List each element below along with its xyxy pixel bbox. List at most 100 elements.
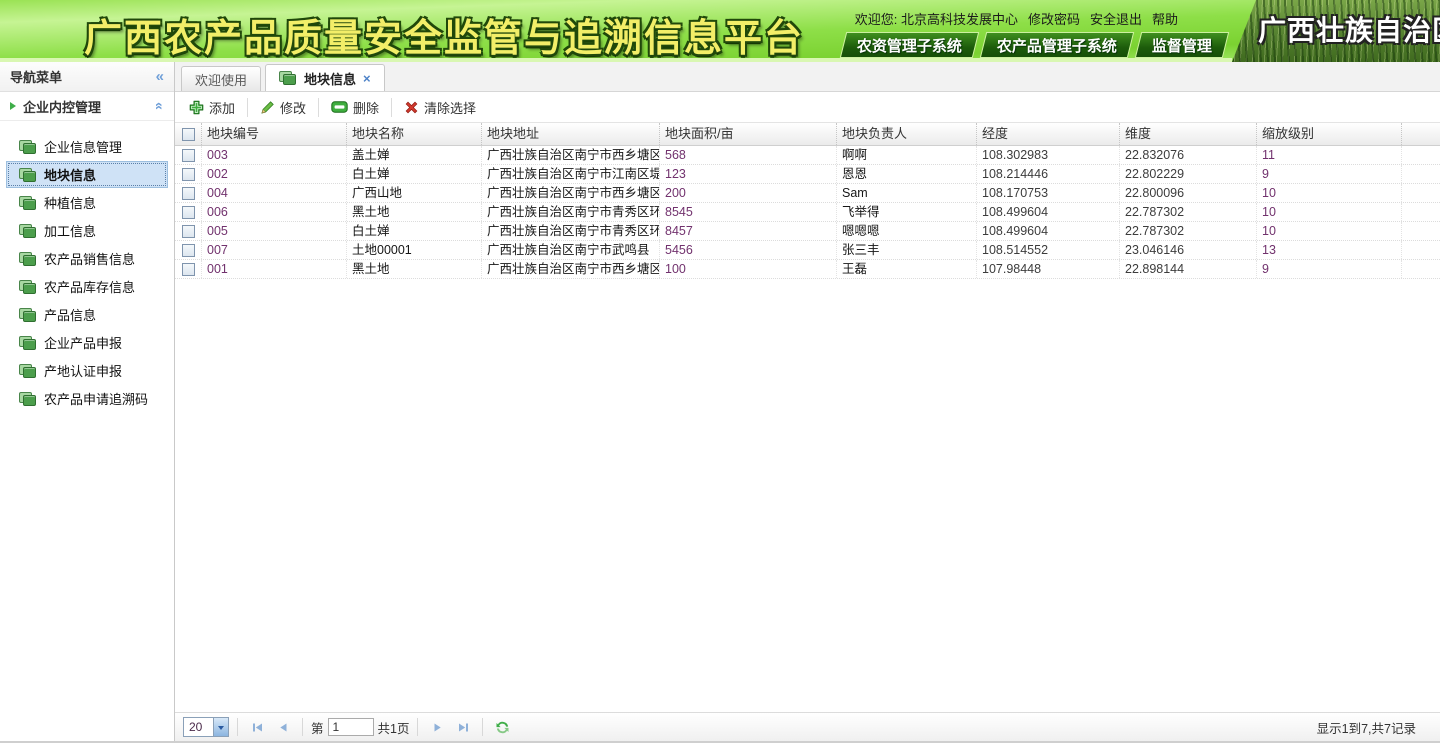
cell-manager: 王磊	[837, 260, 977, 278]
row-checkbox-cell	[175, 241, 202, 259]
table-header-row: 地块编号地块名称地块地址地块面积/亩地块负责人经度维度缩放级别	[175, 123, 1440, 146]
sidebar-group-label: 企业内控管理	[23, 97, 101, 116]
column-header[interactable]: 维度	[1120, 123, 1257, 145]
next-page-button[interactable]	[426, 717, 448, 737]
row-checkbox[interactable]	[182, 168, 195, 181]
first-page-button[interactable]	[246, 717, 268, 737]
cell-manager: 张三丰	[837, 241, 977, 259]
table-row[interactable]: 002白土婵广西壮族自治区南宁市江南区堤园123恩恩108.21444622.8…	[175, 165, 1440, 184]
table-row[interactable]: 003盖土婵广西壮族自治区南宁市西乡塘区大568啊啊108.30298322.8…	[175, 146, 1440, 165]
system-tab[interactable]: 农资管理子系统	[840, 32, 979, 58]
table-row[interactable]: 007土地00001广西壮族自治区南宁市武鸣县5456张三丰108.514552…	[175, 241, 1440, 260]
welcome-link[interactable]: 修改密码	[1028, 12, 1080, 27]
welcome-link[interactable]: 帮助	[1152, 12, 1178, 27]
collapse-sidebar-icon[interactable]: «	[156, 68, 164, 85]
toolbar: 添加修改 删除清除选择	[175, 92, 1440, 123]
toolbar-button-label: 删除	[353, 98, 379, 117]
page-number-input[interactable]	[328, 718, 374, 736]
row-checkbox[interactable]	[182, 244, 195, 257]
record-summary: 显示1到7,共7记录	[1317, 718, 1432, 737]
table-row[interactable]: 006黑土地广西壮族自治区南宁市青秀区环境8545飞举得108.49960422…	[175, 203, 1440, 222]
row-checkbox[interactable]	[182, 263, 195, 276]
folder-icon	[19, 308, 37, 322]
cell-id: 005	[202, 222, 347, 240]
cell-filler	[1402, 146, 1440, 164]
folder-icon	[19, 224, 37, 238]
cell-area: 5456	[660, 241, 837, 259]
cell-lng: 108.302983	[977, 146, 1120, 164]
sidebar-item[interactable]: 企业信息管理	[6, 133, 168, 160]
table-row[interactable]: 001黑土地广西壮族自治区南宁市西乡塘区100王磊107.9844822.898…	[175, 260, 1440, 279]
sidebar-item[interactable]: 加工信息	[6, 217, 168, 244]
page-size-select[interactable]: 20	[183, 717, 229, 737]
sidebar-item[interactable]: 企业产品申报	[6, 329, 168, 356]
table-empty-area	[175, 279, 1440, 712]
group-arrow-icon	[10, 102, 16, 110]
sidebar-item[interactable]: 农产品申请追溯码	[6, 385, 168, 412]
tab[interactable]: 欢迎使用	[181, 66, 261, 91]
welcome-bar: 欢迎您: 北京高科技发展中心修改密码安全退出帮助	[855, 9, 1178, 28]
cell-zoom: 10	[1257, 203, 1402, 221]
select-all-cell	[175, 123, 202, 145]
table-row[interactable]: 004广西山地广西壮族自治区南宁市西乡塘区X200Sam108.17075322…	[175, 184, 1440, 203]
welcome-link[interactable]: 安全退出	[1090, 12, 1142, 27]
system-tab[interactable]: 农产品管理子系统	[980, 32, 1134, 58]
cell-filler	[1402, 241, 1440, 259]
row-checkbox[interactable]	[182, 206, 195, 219]
column-header[interactable]: 缩放级别	[1257, 123, 1402, 145]
system-tab[interactable]: 监督管理	[1135, 32, 1229, 58]
main-panel: 欢迎使用地块信息× 添加修改删除清除选择 地块编号地块名称地块地址地块面积/亩地…	[175, 62, 1440, 741]
sidebar-group-header[interactable]: 企业内控管理 «	[0, 92, 174, 121]
sidebar-item[interactable]: 地块信息	[6, 161, 168, 188]
sidebar-items: 企业信息管理地块信息种植信息加工信息农产品销售信息农产品库存信息产品信息企业产品…	[0, 121, 174, 413]
refresh-icon[interactable]	[491, 717, 513, 737]
toolbar-button[interactable]: 删除	[322, 95, 388, 119]
row-checkbox[interactable]	[182, 149, 195, 162]
table-row[interactable]: 005白土婵广西壮族自治区南宁市青秀区环境8457嗯嗯嗯108.49960422…	[175, 222, 1440, 241]
column-header-filler	[1402, 123, 1440, 145]
toolbar-button[interactable]: 清除选择	[395, 95, 485, 119]
page-size-value: 20	[184, 720, 213, 734]
prev-page-button[interactable]	[272, 717, 294, 737]
column-header[interactable]: 地块名称	[347, 123, 482, 145]
divider	[318, 98, 319, 117]
cell-name: 黑土地	[347, 203, 482, 221]
sidebar-item[interactable]: 农产品库存信息	[6, 273, 168, 300]
row-checkbox[interactable]	[182, 225, 195, 238]
collapse-group-icon[interactable]: «	[152, 102, 168, 110]
cell-filler	[1402, 260, 1440, 278]
last-page-button[interactable]	[452, 717, 474, 737]
sidebar-item[interactable]: 产品信息	[6, 301, 168, 328]
column-header[interactable]: 地块面积/亩	[660, 123, 837, 145]
close-icon[interactable]: ×	[363, 71, 371, 86]
folder-icon	[19, 280, 37, 294]
cell-manager: 啊啊	[837, 146, 977, 164]
cell-area: 200	[660, 184, 837, 202]
folder-icon	[19, 392, 37, 406]
folder-icon	[19, 140, 37, 154]
column-header[interactable]: 地块地址	[482, 123, 660, 145]
folder-icon	[19, 168, 37, 182]
column-header[interactable]: 地块负责人	[837, 123, 977, 145]
cell-name: 白土婵	[347, 165, 482, 183]
column-header[interactable]: 经度	[977, 123, 1120, 145]
sidebar-item[interactable]: 产地认证申报	[6, 357, 168, 384]
welcome-username: 北京高科技发展中心	[901, 12, 1018, 27]
cell-address: 广西壮族自治区南宁市青秀区环境	[482, 222, 660, 240]
tab-strip: 欢迎使用地块信息×	[175, 62, 1440, 92]
sidebar-item[interactable]: 种植信息	[6, 189, 168, 216]
toolbar-button[interactable]: 添加	[180, 95, 244, 119]
chevron-down-icon[interactable]	[213, 718, 228, 736]
row-checkbox-cell	[175, 260, 202, 278]
tab[interactable]: 地块信息×	[265, 64, 385, 91]
select-all-checkbox[interactable]	[182, 128, 195, 141]
row-checkbox[interactable]	[182, 187, 195, 200]
sidebar-item[interactable]: 农产品销售信息	[6, 245, 168, 272]
column-header[interactable]: 地块编号	[202, 123, 347, 145]
tab-label: 欢迎使用	[195, 70, 247, 89]
cell-lat: 22.800096	[1120, 184, 1257, 202]
toolbar-button[interactable]: 修改	[251, 95, 315, 119]
cell-id: 004	[202, 184, 347, 202]
cell-lng: 108.499604	[977, 222, 1120, 240]
row-checkbox-cell	[175, 203, 202, 221]
